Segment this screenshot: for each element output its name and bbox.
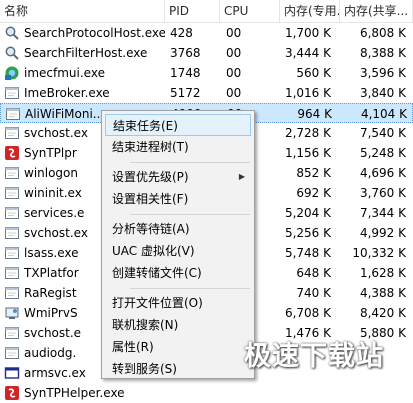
process-memory-shared: 8,388 K [359, 46, 406, 60]
table-row[interactable]: imecfmui.exe 1748 00 560 K 3,596 K [0, 63, 413, 83]
window-icon [4, 325, 20, 341]
window-icon [4, 125, 20, 141]
menu-item-uac-virtualization[interactable]: UAC 虚拟化(V) [105, 240, 251, 262]
process-memory-private: 5,256 K [284, 226, 331, 240]
column-header-cpu[interactable]: CPU [220, 0, 280, 22]
wmi-icon [4, 305, 20, 321]
process-memory-shared: 7,344 K [359, 206, 406, 220]
column-header-memory-shared[interactable]: 内存(共享... [340, 0, 413, 22]
process-memory-shared: 3,840 K [359, 86, 406, 100]
window-icon [4, 205, 20, 221]
watermark-logo: 极速下载站 [244, 341, 384, 372]
process-name: SearchFilterHost.exe [24, 46, 148, 60]
process-name: SearchProtocolHost.exe [24, 26, 165, 40]
process-memory-private: 1,700 K [284, 26, 331, 40]
menu-item-go-to-services[interactable]: 转到服务(S) [105, 358, 251, 380]
process-memory-shared: 1,628 K [359, 266, 406, 280]
process-memory-shared [340, 383, 406, 403]
process-memory-shared: 10,332 K [352, 246, 406, 260]
process-pid: 428 [170, 26, 193, 40]
process-cpu: 00 [226, 46, 242, 60]
process-cpu: 00 [226, 86, 242, 100]
process-memory-private: 740 K [296, 286, 331, 300]
process-memory-private: 5,748 K [284, 246, 331, 260]
menu-item-create-dump-file[interactable]: 创建转储文件(C) [105, 262, 251, 284]
window-icon [4, 165, 20, 181]
table-row[interactable]: SearchProtocolHost.exe 428 00 1,700 K 6,808 … [0, 23, 413, 43]
process-name: ImeBroker.exe [24, 86, 110, 100]
window-icon [4, 225, 20, 241]
process-pid: 3768 [170, 46, 201, 60]
table-row[interactable]: ImeBroker.exe 5172 00 1,016 K 3,840 K [0, 83, 413, 103]
menu-separator [130, 288, 250, 289]
menu-item-end-process-tree[interactable]: 结束进程树(T) [105, 136, 251, 158]
window-icon [4, 265, 20, 281]
window-icon [4, 245, 20, 261]
magnifier-icon [4, 25, 20, 41]
process-memory-shared: 8,420 K [359, 306, 406, 320]
process-memory-private: 5,204 K [284, 206, 331, 220]
synaptics-icon [4, 385, 20, 401]
process-memory-shared: 3,760 K [359, 186, 406, 200]
window-icon [4, 85, 20, 101]
menu-item-end-task[interactable]: 结束任务(E) [105, 114, 251, 136]
process-cpu: 00 [226, 26, 242, 40]
process-memory-shared: 4,388 K [359, 286, 406, 300]
process-cpu [226, 383, 256, 403]
process-memory-private: 1,156 K [284, 146, 331, 160]
column-header: 名称 PID CPU 内存(专用... 内存(共享... [0, 0, 413, 23]
window-blue-icon [4, 365, 20, 381]
process-memory-private: 852 K [296, 166, 331, 180]
process-pid: 5172 [170, 86, 201, 100]
column-header-pid[interactable]: PID [165, 0, 220, 22]
magnifier-icon [4, 45, 20, 61]
process-memory-shared: 4,992 K [359, 226, 406, 240]
menu-item-properties[interactable]: 属性(R) [105, 336, 251, 358]
process-name: imecfmui.exe [24, 66, 105, 80]
menu-item-set-affinity[interactable]: 设置相关性(F) [105, 188, 251, 210]
submenu-arrow-icon: ▶ [238, 172, 245, 181]
process-memory-private: 648 K [296, 266, 331, 280]
process-cpu: 00 [226, 66, 242, 80]
process-memory-private: 6,708 K [284, 306, 331, 320]
synaptics-icon [4, 145, 20, 161]
process-memory-private: 692 K [296, 186, 331, 200]
process-memory-private: 1,016 K [284, 86, 331, 100]
context-menu: 结束任务(E) 结束进程树(T) 设置优先级(P) ▶ 设置相关性(F) 分析等… [101, 110, 255, 379]
process-memory-private: 3,444 K [284, 46, 331, 60]
process-memory-private: 560 K [296, 66, 331, 80]
window-icon [4, 185, 20, 201]
process-memory-shared: 7,540 K [359, 126, 406, 140]
column-header-memory-private[interactable]: 内存(专用... [280, 0, 340, 22]
menu-separator [130, 162, 250, 163]
menu-item-label: 设置优先级(P) [112, 170, 189, 184]
window-icon [4, 345, 20, 361]
process-memory-shared: 4,696 K [359, 166, 406, 180]
process-memory-private [280, 383, 331, 403]
menu-item-analyze-wait-chain[interactable]: 分析等待链(A) [105, 218, 251, 240]
process-pid: 1748 [170, 66, 201, 80]
process-memory-private: 964 K [297, 107, 332, 121]
process-pid [170, 383, 218, 403]
menu-separator [130, 214, 250, 215]
ime-icon [4, 65, 20, 81]
table-row[interactable]: SynTPHelper.exe [0, 383, 413, 403]
process-name: SynTPHelper.exe [24, 386, 125, 400]
process-memory-private: 2,728 K [284, 126, 331, 140]
menu-item-open-file-location[interactable]: 打开文件位置(O) [105, 292, 251, 314]
column-header-name[interactable]: 名称 [0, 0, 165, 22]
process-memory-shared: 3,596 K [359, 66, 406, 80]
process-memory-shared: 6,808 K [359, 26, 406, 40]
menu-item-set-priority[interactable]: 设置优先级(P) ▶ [105, 166, 251, 188]
window-icon [4, 285, 20, 301]
menu-item-search-online[interactable]: 联机搜索(N) [105, 314, 251, 336]
table-row[interactable]: SearchFilterHost.exe 3768 00 3,444 K 8,388 K [0, 43, 413, 63]
process-memory-shared: 4,104 K [360, 107, 407, 121]
process-memory-shared: 5,248 K [359, 146, 406, 160]
window-icon [5, 106, 21, 122]
